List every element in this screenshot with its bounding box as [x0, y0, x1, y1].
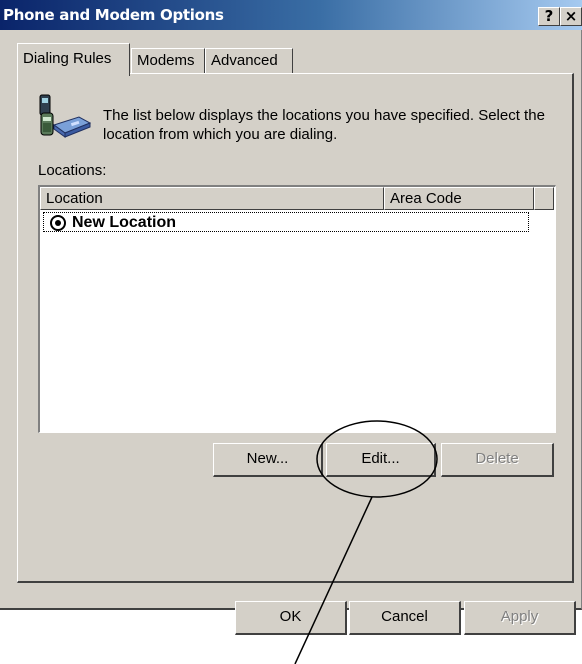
apply-button[interactable]: Apply [464, 601, 576, 635]
window-title: Phone and Modem Options [3, 6, 224, 24]
column-header-area-code[interactable]: Area Code [384, 187, 534, 210]
column-header-filler [534, 187, 554, 210]
tab-modems[interactable]: Modems [131, 48, 205, 74]
radio-selected-icon [50, 215, 66, 231]
delete-button[interactable]: Delete [441, 443, 554, 477]
description-text: The list below displays the locations yo… [103, 107, 545, 143]
cancel-button[interactable]: Cancel [349, 601, 461, 635]
column-header-location[interactable]: Location [40, 187, 384, 210]
ok-button[interactable]: OK [235, 601, 347, 635]
title-bar[interactable]: Phone and Modem Options ? × [0, 0, 582, 30]
close-button[interactable]: × [560, 7, 582, 26]
list-item[interactable]: New Location [43, 212, 529, 232]
help-button[interactable]: ? [538, 7, 560, 26]
tab-advanced[interactable]: Advanced [205, 48, 293, 74]
phone-modem-dialog: Phone and Modem Options ? × Dialing Rule… [0, 0, 582, 635]
location-name: New Location [72, 214, 177, 231]
edit-button[interactable]: Edit... [326, 443, 436, 477]
tab-dialing-rules[interactable]: Dialing Rules [17, 43, 130, 76]
phone-modem-icon [39, 94, 91, 138]
new-button[interactable]: New... [213, 443, 323, 477]
locations-list[interactable]: Location Area Code New Location [38, 185, 556, 433]
locations-label: Locations: [38, 162, 107, 179]
